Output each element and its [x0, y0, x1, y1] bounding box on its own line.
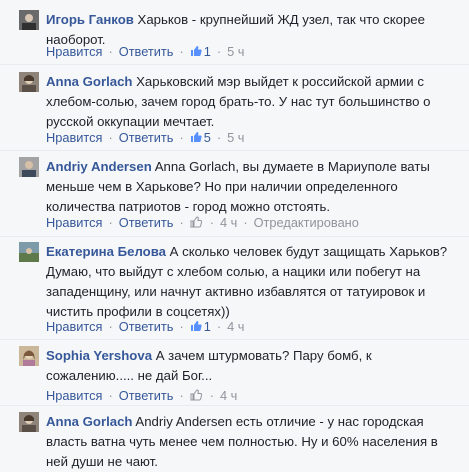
avatar[interactable] [19, 412, 39, 432]
reply-button[interactable]: Ответить [119, 215, 174, 230]
avatar[interactable] [19, 242, 39, 262]
timestamp[interactable]: 4 ч [227, 319, 244, 334]
comment-actions: Нравится · Ответить · 1 · 4 ч [46, 318, 244, 336]
separator-dot: · [216, 44, 222, 59]
comment-actions: Нравится · Ответить · 5 · 5 ч [46, 129, 244, 147]
comment-author[interactable]: Игорь Ганков [46, 12, 134, 27]
like-button[interactable]: Нравится [46, 215, 102, 230]
divider [0, 236, 469, 237]
comment-actions: Нравится · Ответить · 1 · 5 ч [46, 43, 244, 61]
comment-body: Екатерина Белова А сколько человек будут… [46, 242, 462, 322]
thumbs-up-icon [190, 389, 202, 401]
timestamp[interactable]: 5 ч [227, 130, 244, 145]
comment-body: Andriy Andersen Anna Gorlach, вы думаете… [46, 157, 460, 217]
like-count-value: 1 [203, 319, 211, 334]
comment-author[interactable]: Sophia Yershova [46, 348, 152, 363]
avatar[interactable] [19, 346, 39, 366]
timestamp[interactable]: 4 ч [220, 388, 237, 403]
comment-author[interactable]: Anna Gorlach [46, 414, 132, 429]
separator-dot: · [216, 130, 222, 145]
separator-dot: · [108, 388, 113, 403]
avatar[interactable] [19, 10, 39, 30]
like-button[interactable]: Нравится [46, 388, 102, 403]
comment-actions: Нравится · Ответить · · 4 ч · Отредактировано [46, 214, 359, 232]
divider [0, 405, 469, 406]
like-button[interactable]: Нравится [46, 44, 102, 59]
separator-dot: · [108, 44, 113, 59]
separator-dot: · [179, 388, 184, 403]
separator-dot: · [209, 388, 214, 403]
comment-author[interactable]: Andriy Andersen [46, 159, 152, 174]
separator-dot: · [179, 319, 184, 334]
timestamp[interactable]: 5 ч [227, 44, 244, 59]
reply-button[interactable]: Ответить [119, 319, 174, 334]
like-button-icon[interactable] [190, 214, 204, 232]
separator-dot: · [179, 44, 184, 59]
thumbs-up-icon [190, 46, 202, 56]
like-count[interactable]: 5 [190, 129, 211, 147]
separator-dot: · [216, 319, 222, 334]
like-count[interactable]: 1 [190, 43, 211, 61]
like-button[interactable]: Нравится [46, 130, 102, 145]
reply-button[interactable]: Ответить [119, 44, 174, 59]
like-count[interactable]: 1 [190, 318, 211, 336]
comment-body: Sophia Yershova А зачем штурмовать? Пару… [46, 346, 446, 386]
comment-actions: Нравится · Ответить · · 4 ч [46, 387, 237, 405]
like-count-value: 1 [203, 44, 211, 59]
like-button-icon[interactable] [190, 387, 204, 405]
thumbs-up-icon [190, 132, 202, 142]
comment-body: Anna Gorlach Andriy Andersen есть отличи… [46, 412, 458, 472]
divider [0, 64, 469, 65]
edited-label[interactable]: Отредактировано [254, 215, 359, 230]
separator-dot: · [108, 215, 113, 230]
separator-dot: · [209, 215, 214, 230]
separator-dot: · [243, 215, 248, 230]
thumbs-up-icon [190, 321, 202, 331]
separator-dot: · [108, 130, 113, 145]
divider [0, 150, 469, 151]
comment-body: Anna Gorlach Харьковский мэр выйдет к ро… [46, 72, 462, 132]
separator-dot: · [108, 319, 113, 334]
separator-dot: · [179, 215, 184, 230]
comment-author[interactable]: Екатерина Белова [46, 244, 166, 259]
divider [0, 339, 469, 340]
avatar[interactable] [19, 72, 39, 92]
like-button[interactable]: Нравится [46, 319, 102, 334]
comment-author[interactable]: Anna Gorlach [46, 74, 132, 89]
reply-button[interactable]: Ответить [119, 388, 174, 403]
like-count-value: 5 [203, 130, 211, 145]
timestamp[interactable]: 4 ч [220, 215, 237, 230]
separator-dot: · [179, 130, 184, 145]
thumbs-up-icon [190, 216, 202, 228]
avatar[interactable] [19, 157, 39, 177]
reply-button[interactable]: Ответить [119, 130, 174, 145]
